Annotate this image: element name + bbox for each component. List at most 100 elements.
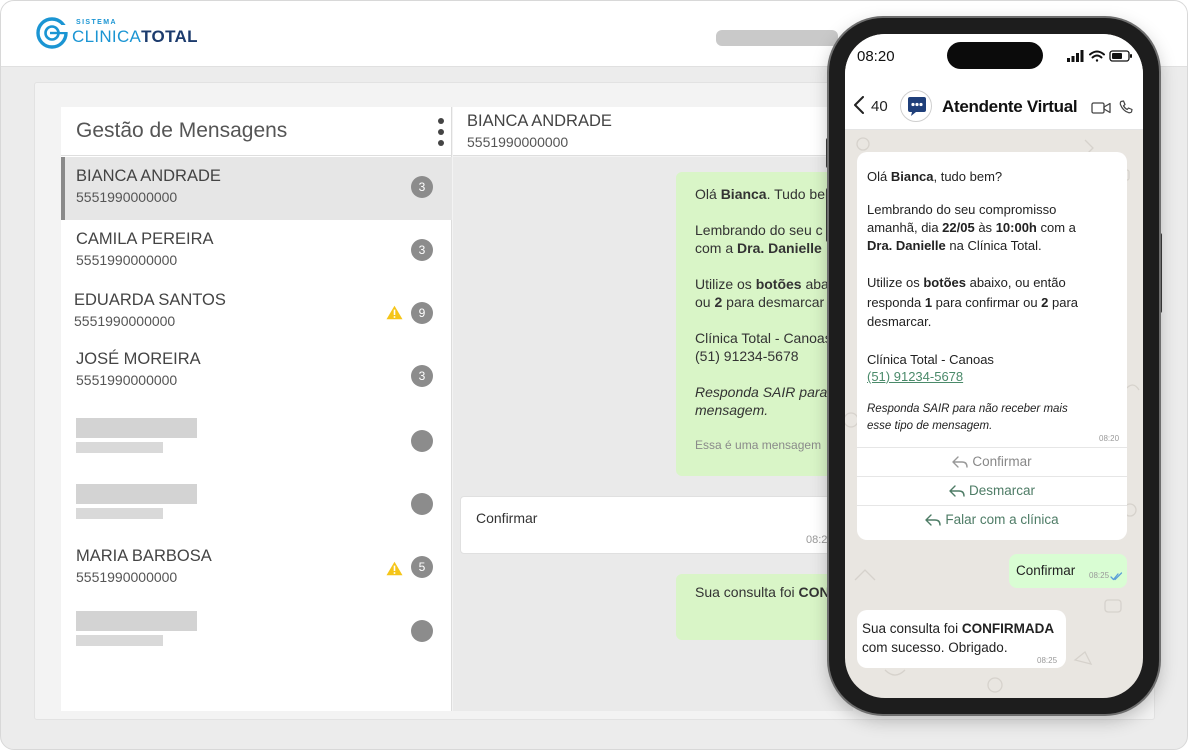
reply-icon	[925, 514, 942, 526]
message-time: 08:25	[1089, 571, 1110, 580]
user-placeholder-bar	[716, 30, 838, 46]
unread-count-badge: 3	[411, 365, 433, 387]
contact-phone: 5551990000000	[74, 313, 176, 329]
message-line: com sucesso. Obrigado.	[862, 640, 1008, 655]
conversation-item-bianca[interactable]: BIANCA ANDRADE 5551990000000 3	[61, 157, 452, 220]
unread-count-badge: 9	[411, 302, 433, 324]
unread-count-badge	[411, 430, 433, 452]
reply-text: Confirmar	[476, 510, 538, 526]
signal-icon	[1067, 50, 1084, 62]
video-call-icon[interactable]	[1091, 101, 1111, 119]
quick-reply-desmarcar[interactable]: Desmarcar	[857, 476, 1127, 505]
quick-reply-confirmar[interactable]: Confirmar	[857, 447, 1127, 476]
message-line: Clínica Total - Canoas	[867, 352, 994, 367]
unread-count-badge: 3	[411, 176, 433, 198]
reply-icon	[952, 456, 969, 468]
message-line: responda 1 para confirmar ou 2 para	[867, 295, 1079, 310]
conversation-item-eduarda[interactable]: EDUARDA SANTOS 5551990000000 9	[61, 281, 452, 344]
logo-prefix: CLINICA	[72, 27, 142, 46]
contact-name: JOSÉ MOREIRA	[76, 350, 201, 368]
quick-reply-label: Confirmar	[972, 454, 1032, 469]
contact-name: CAMILA PEREIRA	[76, 230, 214, 248]
phone-mockup: 08:20 40 Atendente Virtual Olá Bianca, t…	[826, 18, 1162, 716]
message-line: ou 2 para desmarcar	[695, 294, 825, 310]
conversation-item-camila[interactable]: CAMILA PEREIRA 5551990000000 3	[61, 220, 452, 283]
kebab-menu-icon[interactable]	[435, 115, 447, 149]
message-line: mensagem.	[695, 402, 769, 418]
browser-window: SISTEMA CLINICATOTAL Gestão de Mensagens…	[0, 0, 1188, 750]
unread-count-badge: 3	[411, 239, 433, 261]
reply-icon	[949, 485, 965, 497]
back-chevron-icon[interactable]	[853, 96, 865, 114]
placeholder-phone	[76, 635, 163, 646]
message-line: Responda SAIR para não receber mais	[867, 403, 1068, 415]
status-icons	[1067, 49, 1133, 63]
received-message: Sua consulta foi CONFIRMADA com sucesso.…	[857, 610, 1066, 668]
status-time: 08:20	[857, 48, 895, 65]
conversation-list: Gestão de Mensagens BIANCA ANDRADE 55519…	[61, 107, 452, 711]
phone-frame: 08:20 40 Atendente Virtual Olá Bianca, t…	[829, 18, 1159, 714]
conversation-item-placeholder[interactable]	[61, 473, 452, 536]
unread-count-badge	[411, 493, 433, 515]
list-header: Gestão de Mensagens	[61, 107, 451, 156]
placeholder-name	[76, 418, 197, 438]
message-line: Lembrando do seu compromisso	[867, 202, 1057, 217]
contact-name: EDUARDA SANTOS	[74, 291, 226, 309]
placeholder-name	[76, 484, 197, 504]
message-line: amanhã, dia 22/05 às 10:00h com a	[867, 220, 1076, 235]
message-line: Dra. Danielle na Clínica Total.	[867, 238, 1042, 253]
unread-count-badge	[411, 620, 433, 642]
message-line: esse tipo de mensagem.	[867, 420, 993, 432]
logo-suffix: TOTAL	[141, 27, 198, 46]
conversation-item-placeholder[interactable]	[61, 407, 452, 470]
agent-name[interactable]: Atendente Virtual	[942, 97, 1078, 117]
contact-phone: 5551990000000	[76, 372, 178, 388]
sent-message: Confirmar 08:25	[1009, 554, 1127, 588]
back-unread-count[interactable]: 40	[871, 98, 888, 115]
whatsapp-chat-header: 40 Atendente Virtual	[845, 82, 1143, 130]
placeholder-phone	[76, 508, 163, 519]
message-time: 08:25	[1037, 656, 1058, 665]
conversation-item-jose[interactable]: JOSÉ MOREIRA 5551990000000 3	[61, 340, 452, 403]
contact-phone: 5551990000000	[76, 189, 178, 205]
message-line: Responda SAIR para	[695, 384, 828, 400]
message-line: Utilize os botões abaixo, ou então	[867, 275, 1066, 290]
quick-reply-label: Falar com a clínica	[945, 512, 1059, 527]
warning-icon	[386, 561, 403, 576]
incoming-message: Confirmar 08:2	[460, 496, 860, 554]
message-line: Sua consulta foi CONFIRMADA	[862, 621, 1055, 636]
quick-reply-falar-clinica[interactable]: Falar com a clínica	[857, 505, 1127, 534]
phone-screen: 08:20 40 Atendente Virtual Olá Bianca, t…	[845, 34, 1143, 698]
message-line: Lembrando do seu c	[695, 222, 823, 238]
quick-reply-label: Desmarcar	[968, 483, 1035, 498]
chatbot-message: Olá Bianca, tudo bem? Lembrando do seu c…	[857, 152, 1127, 540]
conversation-item-maria[interactable]: MARIA BARBOSA 5551990000000 5	[61, 537, 452, 600]
chat-contact-name: BIANCA ANDRADE	[467, 112, 612, 130]
contact-phone: 5551990000000	[76, 569, 178, 585]
message-line: Clínica Total - Canoas	[695, 330, 832, 346]
message-line: Olá Bianca, tudo bem?	[867, 169, 1003, 184]
logo-small-text: SISTEMA	[76, 19, 117, 26]
message-line: Utilize os botões aba	[695, 276, 829, 292]
placeholder-name	[76, 611, 197, 631]
chat-contact-phone: 5551990000000	[467, 134, 569, 150]
clinica-total-logo[interactable]: SISTEMA CLINICATOTAL	[35, 16, 198, 55]
status-bar: 08:20	[845, 34, 1143, 82]
message-line: (51) 91234-5678	[695, 348, 799, 364]
wifi-icon	[1089, 50, 1105, 62]
logo-wordmark: CLINICATOTAL	[72, 27, 198, 46]
contact-name: MARIA BARBOSA	[76, 547, 212, 565]
double-check-icon	[1110, 568, 1123, 586]
battery-icon	[1109, 50, 1132, 62]
contact-phone: 5551990000000	[76, 252, 178, 268]
chat-header: BIANCA ANDRADE 5551990000000	[453, 107, 853, 156]
warning-icon	[386, 305, 403, 320]
conversation-item-placeholder[interactable]	[61, 601, 452, 664]
reply-time: 08:2	[806, 534, 828, 546]
phone-call-icon[interactable]	[1119, 100, 1133, 119]
message-time: 08:20	[1099, 434, 1120, 443]
clinica-logo-icon	[35, 16, 69, 55]
chatbot-avatar-icon[interactable]	[900, 90, 932, 122]
contact-name: BIANCA ANDRADE	[76, 167, 221, 185]
phone-number-link[interactable]: (51) 91234-5678	[867, 369, 963, 384]
